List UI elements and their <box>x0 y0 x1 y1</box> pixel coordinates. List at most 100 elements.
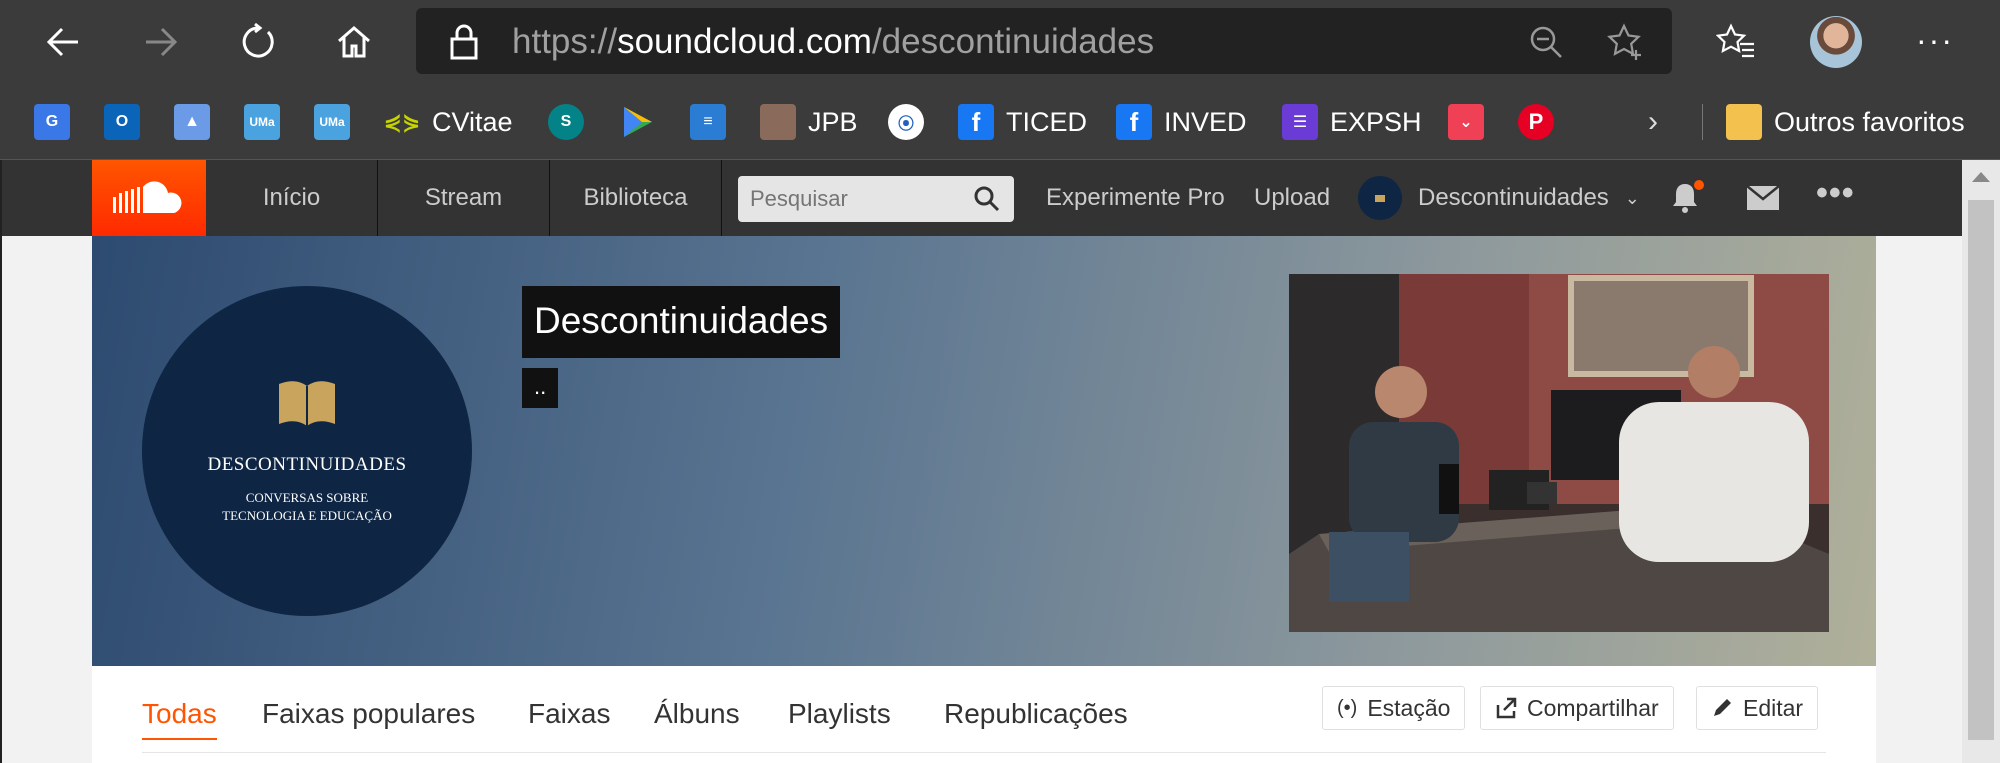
outlook-icon: O <box>104 104 140 140</box>
favorites-bar: G O ▲ UMa UMa ⋞⋟ CVitae S ≡ JPB ⦿ f TICED … <box>0 84 2000 160</box>
sharepoint-icon: S <box>548 104 584 140</box>
favorite-label: EXPSH <box>1330 106 1422 137</box>
favorite-inved[interactable]: f INVED <box>1116 102 1247 142</box>
search-input[interactable] <box>738 176 968 222</box>
flow-icon: ⦿ <box>888 104 924 140</box>
soundcloud-cloud-icon <box>113 181 182 213</box>
favorites-icon[interactable] <box>1716 22 1756 62</box>
favorite-label: INVED <box>1164 106 1247 137</box>
station-button[interactable]: (•) Estação <box>1322 686 1466 730</box>
zoom-out-icon[interactable] <box>1528 24 1564 60</box>
forward-button[interactable] <box>130 12 190 72</box>
favorite-uma-2[interactable]: UMa <box>314 102 350 142</box>
favorite-expsh[interactable]: ☰ EXPSH <box>1282 102 1422 142</box>
uma-icon: UMa <box>314 104 350 140</box>
book-icon <box>279 381 335 426</box>
browser-toolbar: https://soundcloud.com/descontinuidades … <box>0 0 2000 84</box>
favorite-google-play[interactable] <box>620 102 656 142</box>
favorite-jpb[interactable]: JPB <box>760 102 858 142</box>
nav-biblioteca[interactable]: Biblioteca <box>550 160 722 236</box>
notifications-button[interactable] <box>1670 180 1704 216</box>
favorites-overflow-button[interactable]: › <box>1648 102 1658 142</box>
chevron-down-icon: ⌄ <box>1624 187 1640 208</box>
favorite-ticed[interactable]: f TICED <box>958 102 1087 142</box>
profile-hero: DESCONTINUIDADES CONVERSAS SOBRE TECNOLO… <box>92 236 1876 666</box>
search-icon[interactable] <box>974 186 1000 212</box>
soundcloud-logo[interactable] <box>92 160 206 236</box>
favorite-outlook[interactable]: O <box>104 102 140 142</box>
nav-label: Biblioteca <box>583 184 688 211</box>
refresh-button[interactable] <box>228 12 288 72</box>
more-menu-icon[interactable]: ··· <box>1916 22 1954 59</box>
edit-button[interactable]: Editar <box>1696 686 1819 730</box>
facebook-icon: f <box>958 104 994 140</box>
favorite-google-translate[interactable]: G <box>34 102 70 142</box>
google-translate-icon: G <box>34 104 70 140</box>
scroll-up-arrow[interactable] <box>1972 172 1990 182</box>
favorite-document[interactable]: ≡ <box>690 102 726 142</box>
favorite-label: JPB <box>808 106 858 137</box>
pinterest-icon: P <box>1518 104 1554 140</box>
favorite-label: TICED <box>1006 106 1087 137</box>
chevron-right-icon: › <box>1648 105 1658 138</box>
profile-photo-icon <box>760 104 796 140</box>
vertical-scrollbar[interactable] <box>1962 160 2000 763</box>
tab-republicacoes[interactable]: Republicações <box>944 698 1128 738</box>
tab-todas[interactable]: Todas <box>142 698 217 740</box>
share-button[interactable]: Compartilhar <box>1480 686 1674 730</box>
tab-faixas-populares[interactable]: Faixas populares <box>262 698 475 738</box>
profile-avatar-large: DESCONTINUIDADES CONVERSAS SOBRE TECNOLO… <box>142 286 472 616</box>
document-icon: ≡ <box>690 104 726 140</box>
pencil-icon <box>1714 699 1731 716</box>
profile-avatar[interactable] <box>1810 16 1862 68</box>
home-button[interactable] <box>324 12 384 72</box>
arrow-right-icon <box>146 27 178 57</box>
edit-label: Editar <box>1743 694 1804 721</box>
graduation-cap-icon: ▲ <box>174 104 210 140</box>
profile-tabs-bar: Todas Faixas populares Faixas Álbuns Pla… <box>92 666 1876 763</box>
favorite-pocket[interactable]: ⌄ <box>1448 102 1484 142</box>
more-options-icon[interactable]: ••• <box>1816 174 1855 213</box>
page-content: Início Stream Biblioteca Experimente Pro… <box>0 160 1964 763</box>
user-avatar <box>1358 176 1402 220</box>
arrow-left-icon <box>46 27 78 57</box>
nav-inicio[interactable]: Início <box>206 160 378 236</box>
upload-link[interactable]: Upload <box>1254 160 1330 236</box>
address-bar[interactable]: https://soundcloud.com/descontinuidades <box>416 8 1672 74</box>
favorite-pinterest[interactable]: P <box>1518 102 1554 142</box>
uma-icon: UMa <box>244 104 280 140</box>
favorite-graduation[interactable]: ▲ <box>174 102 210 142</box>
facebook-icon: f <box>1116 104 1152 140</box>
user-menu[interactable]: Descontinuidades ⌄ <box>1358 160 1640 236</box>
tab-albuns[interactable]: Álbuns <box>654 698 740 738</box>
share-label: Compartilhar <box>1527 694 1659 721</box>
upload-label: Upload <box>1254 184 1331 211</box>
scrollbar-thumb[interactable] <box>1968 200 1994 740</box>
share-icon <box>1496 697 1517 719</box>
add-favorite-icon[interactable] <box>1606 22 1646 62</box>
profile-name: Descontinuidades <box>522 286 841 358</box>
experiment-pro-link[interactable]: Experimente Pro <box>1046 160 1225 236</box>
avatar-subtitle-1: CONVERSAS SOBRE <box>245 490 369 505</box>
favorite-label: CVitae <box>432 106 513 137</box>
favorites-divider <box>1702 104 1703 140</box>
favorite-flow[interactable]: ⦿ <box>888 102 924 142</box>
nav-label: Início <box>262 184 321 211</box>
home-icon <box>338 26 370 58</box>
notification-dot <box>1694 180 1704 190</box>
back-button[interactable] <box>34 12 94 72</box>
profile-subtitle: .. <box>522 368 559 408</box>
favorite-cvitae[interactable]: ⋞⋟ CVitae <box>384 102 513 142</box>
mail-icon[interactable] <box>1746 184 1780 212</box>
lock-icon <box>450 24 478 60</box>
station-label: Estação <box>1367 694 1451 721</box>
cvitae-icon: ⋞⋟ <box>383 109 421 134</box>
other-favorites[interactable]: Outros favoritos <box>1726 102 1965 142</box>
tab-playlists[interactable]: Playlists <box>788 698 891 738</box>
tab-faixas[interactable]: Faixas <box>528 698 610 738</box>
favorite-uma-1[interactable]: UMa <box>244 102 280 142</box>
nav-stream[interactable]: Stream <box>378 160 550 236</box>
other-favorites-label: Outros favoritos <box>1774 106 1965 137</box>
refresh-icon <box>242 22 274 58</box>
favorite-sharepoint[interactable]: S <box>548 102 584 142</box>
